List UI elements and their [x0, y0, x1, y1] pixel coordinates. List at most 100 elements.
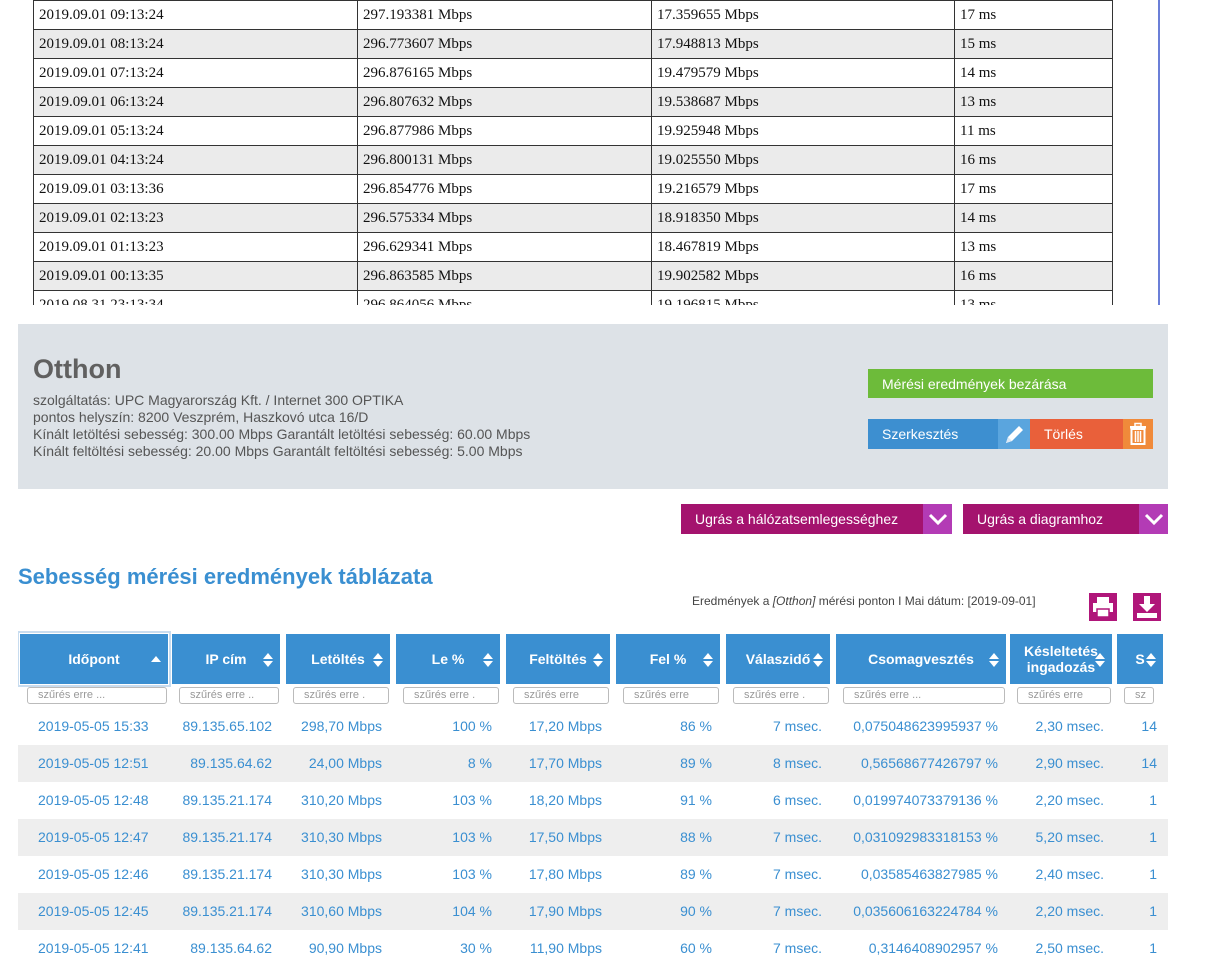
- log-latency-cell: 16 ms: [954, 145, 1113, 175]
- filter-input-download[interactable]: szűrés erre .: [293, 687, 389, 704]
- log-upload-cell: 19.216579 Mbps: [651, 174, 955, 204]
- sort-icon[interactable]: [702, 652, 714, 668]
- sort-ascending-icon[interactable]: [150, 652, 162, 668]
- sort-icon[interactable]: [592, 652, 604, 668]
- download-icon[interactable]: [1132, 592, 1162, 622]
- cell-time[interactable]: 2019-05-05 12:48: [38, 782, 176, 819]
- log-download-cell: 296.575334 Mbps: [357, 203, 652, 233]
- column-header-response-time[interactable]: Válaszidő: [726, 634, 830, 684]
- filter-input-response-time[interactable]: szűrés erre .: [733, 687, 829, 704]
- filter-input-time[interactable]: szűrés erre ...: [27, 687, 167, 704]
- column-header-label: Feltöltés: [529, 651, 587, 667]
- sort-icon[interactable]: [262, 652, 274, 668]
- column-header-jitter[interactable]: Késleltetés ingadozás: [1010, 634, 1112, 684]
- sort-icon[interactable]: [1145, 652, 1157, 668]
- log-latency-cell: 13 ms: [954, 290, 1113, 305]
- jump-to-neutrality-label: Ugrás a hálózatsemlegességhez: [695, 511, 899, 527]
- sort-icon[interactable]: [482, 652, 494, 668]
- cell-time[interactable]: 2019-05-05 12:46: [38, 856, 176, 893]
- table-row[interactable]: 2019-05-05 15:33 89.135.65.102 298,70 Mbps…: [18, 708, 1168, 745]
- log-row: 2019.09.01 01:13:23 296.629341 Mbps 18.467…: [33, 232, 1113, 262]
- cell-upload: 18,20 Mbps: [528, 792, 602, 808]
- cell-download-percent: 103 %: [452, 792, 492, 808]
- printer-icon[interactable]: [1088, 592, 1118, 622]
- filter-input-ip[interactable]: szűrés erre ..: [179, 687, 279, 704]
- column-header-upload[interactable]: Feltöltés: [506, 634, 610, 684]
- log-row: 2019.09.01 05:13:24 296.877986 Mbps 19.925…: [33, 116, 1113, 146]
- delete-button-label: Törlés: [1044, 426, 1083, 442]
- cell-time[interactable]: 2019-05-05 12:41: [38, 930, 176, 967]
- cell-upload-percent: 91 %: [680, 792, 712, 808]
- log-download-cell: 296.877986 Mbps: [357, 116, 652, 146]
- log-time-cell: 2019.09.01 00:13:35: [33, 261, 358, 291]
- cell-s: 1: [1149, 829, 1157, 845]
- results-info-suffix: mérési ponton I Mai dátum: [2019-09-01]: [815, 594, 1036, 608]
- table-row[interactable]: 2019-05-05 12:45 89.135.21.174 310,60 Mbps…: [18, 893, 1168, 930]
- cell-upload: 17,50 Mbps: [528, 829, 602, 845]
- column-header-s[interactable]: S: [1117, 634, 1163, 684]
- results-info-prefix: Eredmények a: [692, 594, 773, 608]
- cell-packet-loss: 0,03585463827985 %: [860, 866, 998, 882]
- cell-response-time: 7 msec.: [772, 829, 822, 845]
- trash-icon[interactable]: [1123, 419, 1153, 449]
- cell-upload: 17,80 Mbps: [528, 866, 602, 882]
- table-row[interactable]: 2019-05-05 12:47 89.135.21.174 310,30 Mbps…: [18, 819, 1168, 856]
- cell-s: 1: [1149, 792, 1157, 808]
- cell-upload-percent: 89 %: [680, 866, 712, 882]
- log-latency-cell: 17 ms: [954, 0, 1113, 30]
- table-row[interactable]: 2019-05-05 12:48 89.135.21.174 310,20 Mbps…: [18, 782, 1168, 819]
- sort-icon[interactable]: [988, 652, 1000, 668]
- log-download-cell: 296.807632 Mbps: [357, 87, 652, 117]
- filter-input-packet-loss[interactable]: szűrés erre ...: [843, 687, 1005, 704]
- cell-download-percent: 100 %: [452, 718, 492, 734]
- table-row[interactable]: 2019-05-05 12:41 89.135.64.62 90,90 Mbps 30…: [18, 930, 1168, 967]
- filter-input-download-percent[interactable]: szűrés erre .: [403, 687, 499, 704]
- edit-button-label: Szerkesztés: [882, 426, 959, 442]
- log-latency-cell: 17 ms: [954, 174, 1113, 204]
- sort-icon[interactable]: [372, 652, 384, 668]
- results-table: Időpont szűrés erre ... IP cím szűrés erre …: [18, 630, 1168, 971]
- sort-icon[interactable]: [812, 652, 824, 668]
- column-header-upload-percent[interactable]: Fel %: [616, 634, 720, 684]
- scrollbox-scrollbar[interactable]: [1158, 0, 1160, 305]
- log-upload-cell: 19.902582 Mbps: [651, 261, 955, 291]
- log-upload-cell: 18.467819 Mbps: [651, 232, 955, 262]
- cell-packet-loss: 0,031092983318153 %: [853, 829, 998, 845]
- cell-s: 1: [1149, 903, 1157, 919]
- cell-time[interactable]: 2019-05-05 12:45: [38, 893, 176, 930]
- cell-s: 1: [1149, 866, 1157, 882]
- log-row: 2019.09.01 02:13:23 296.575334 Mbps 18.918…: [33, 203, 1113, 233]
- cell-jitter: 2,20 msec.: [1035, 792, 1104, 808]
- cell-time[interactable]: 2019-05-05 15:33: [38, 708, 176, 745]
- column-header-ip[interactable]: IP cím: [172, 634, 280, 684]
- log-upload-cell: 18.918350 Mbps: [651, 203, 955, 233]
- chevron-down-icon: [1139, 504, 1168, 534]
- cell-time[interactable]: 2019-05-05 12:47: [38, 819, 176, 856]
- measurement-log-scrollbox[interactable]: 2019.09.01 09:13:24 297.193381 Mbps 17.359…: [18, 0, 1168, 305]
- table-row[interactable]: 2019-05-05 12:51 89.135.64.62 24,00 Mbps 8 …: [18, 745, 1168, 782]
- filter-input-upload[interactable]: szűrés erre: [513, 687, 609, 704]
- column-header-packet-loss[interactable]: Csomagvesztés: [836, 634, 1006, 684]
- cell-upload-percent: 60 %: [680, 940, 712, 956]
- close-results-button[interactable]: Mérési eredmények bezárása: [868, 369, 1153, 398]
- filter-input-jitter[interactable]: szűrés erre: [1017, 687, 1111, 704]
- log-latency-cell: 13 ms: [954, 87, 1113, 117]
- filter-input-s[interactable]: sz: [1124, 687, 1154, 704]
- cell-time[interactable]: 2019-05-05 12:51: [38, 745, 176, 782]
- filter-input-upload-percent[interactable]: szűrés erre: [623, 687, 719, 704]
- jump-to-neutrality-button[interactable]: Ugrás a hálózatsemlegességhez: [681, 504, 952, 534]
- column-header-download-percent[interactable]: Le %: [396, 634, 500, 684]
- sort-icon[interactable]: [1094, 652, 1106, 668]
- jump-to-chart-button[interactable]: Ugrás a diagramhoz: [963, 504, 1168, 534]
- pencil-icon[interactable]: [998, 419, 1030, 449]
- log-upload-cell: 19.196815 Mbps: [651, 290, 955, 305]
- log-latency-cell: 14 ms: [954, 58, 1113, 88]
- results-info: Eredmények a [Otthon] mérési ponton I Ma…: [692, 594, 1036, 608]
- log-time-cell: 2019.09.01 02:13:23: [33, 203, 358, 233]
- log-download-cell: 296.876165 Mbps: [357, 58, 652, 88]
- column-header-label: Válaszidő: [745, 651, 811, 667]
- column-header-download[interactable]: Letöltés: [286, 634, 390, 684]
- column-header-time[interactable]: Időpont: [18, 631, 171, 687]
- log-latency-cell: 16 ms: [954, 261, 1113, 291]
- table-row[interactable]: 2019-05-05 12:46 89.135.21.174 310,30 Mbps…: [18, 856, 1168, 893]
